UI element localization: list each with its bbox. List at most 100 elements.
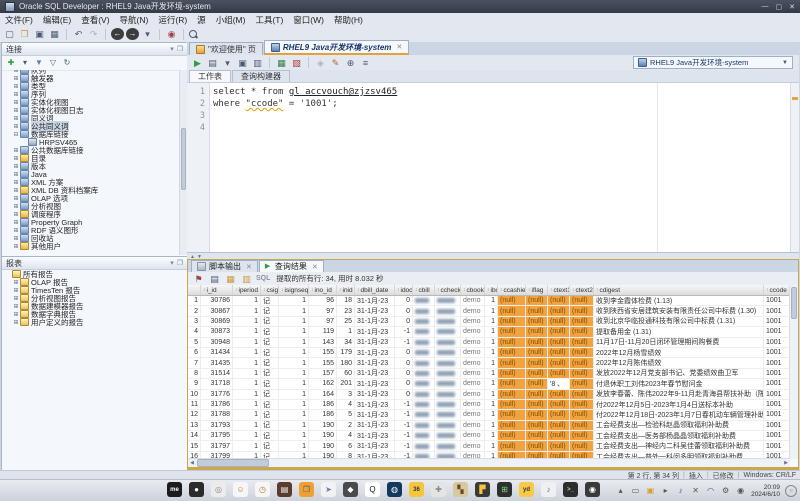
cell[interactable]: 18 (337, 296, 355, 305)
cell[interactable]: 付2022年12月18日-2023年1月7日春机动车辆管理补助 (594, 410, 764, 419)
cell[interactable]: 11 (188, 400, 201, 409)
connections-tree-item[interactable]: ⊞Property Graph (2, 218, 180, 226)
column-header[interactable]: ↕ccashier (498, 285, 526, 295)
expand-icon[interactable]: ⊞ (12, 147, 20, 154)
cell[interactable]: (null) (526, 348, 548, 357)
column-header[interactable]: ↕dbill_date (355, 285, 395, 295)
column-header[interactable]: ↕cdigest (594, 285, 764, 295)
panel-menu-icon[interactable]: ▾ (170, 45, 174, 53)
expand-icon[interactable]: ⊞ (12, 171, 20, 178)
connections-tree-item[interactable]: ⊞公共同义词 (2, 122, 180, 130)
menu-item[interactable]: 文件(F) (0, 13, 38, 26)
expand-icon[interactable]: ⊞ (12, 179, 20, 186)
cell[interactable]: 付退休职工刘伟2023年春节慰问金 (594, 379, 764, 388)
column-header[interactable]: ↕ino_id (309, 285, 337, 295)
cell[interactable] (435, 369, 461, 378)
panel-minimize-icon[interactable]: ❐ (177, 259, 183, 267)
menu-item[interactable]: 导航(N) (115, 13, 154, 26)
cell[interactable]: 1 (485, 390, 498, 399)
app-orange-window-icon[interactable]: ❐ (299, 482, 314, 497)
cell[interactable]: 1001 (764, 306, 790, 315)
cell[interactable]: 1 (233, 390, 261, 399)
cell[interactable]: (null) (570, 358, 594, 367)
save-icon[interactable]: ▣ (33, 28, 46, 40)
run-statement-button[interactable]: ▶ (191, 57, 204, 69)
cell[interactable]: (null) (570, 369, 594, 378)
close-button[interactable]: ✕ (789, 3, 795, 11)
cell[interactable]: 8 (188, 369, 201, 378)
cell[interactable] (413, 441, 435, 450)
app-contacts-icon[interactable]: ☺ (233, 482, 248, 497)
cell[interactable]: 记 (261, 306, 279, 315)
to-upper-button[interactable]: ⊕ (344, 57, 357, 69)
cell[interactable] (413, 431, 435, 440)
table-row[interactable]: 5309481记11433431-1月-23-1demo1(null)(null… (188, 338, 790, 348)
reports-tree-item[interactable]: ⊞数据建模器报告 (2, 302, 180, 310)
cell[interactable]: 97 (309, 317, 337, 326)
cell[interactable]: 30867 (201, 306, 233, 315)
cell[interactable]: 记 (261, 400, 279, 409)
cell[interactable]: (null) (548, 338, 570, 347)
cell[interactable]: 记 (261, 410, 279, 419)
back-icon[interactable]: ← (111, 28, 124, 40)
cell[interactable]: 155 (309, 358, 337, 367)
close-icon[interactable]: ✕ (246, 263, 252, 271)
cell[interactable]: 10 (188, 390, 201, 399)
cell[interactable]: 记 (261, 317, 279, 326)
cell[interactable]: 1001 (764, 348, 790, 357)
print-icon[interactable]: ▤ (208, 273, 221, 285)
cell[interactable]: 1001 (764, 390, 790, 399)
cell[interactable]: 工会经费支出—检验科赵晶领取福利补助费 (594, 421, 764, 430)
cell[interactable]: 1001 (764, 421, 790, 430)
connections-tree-item[interactable]: ⊞实体化视图日志 (2, 106, 180, 114)
cell[interactable]: 31-1月-23 (355, 348, 395, 357)
cell[interactable]: (null) (570, 421, 594, 430)
forward-dropdown-icon[interactable]: ▾ (141, 28, 154, 40)
cell[interactable]: 1 (233, 306, 261, 315)
expand-icon[interactable]: ⊞ (12, 99, 20, 106)
cell[interactable]: 31-1月-23 (355, 327, 395, 336)
cell[interactable]: 1 (279, 410, 309, 419)
cell[interactable]: 记 (261, 327, 279, 336)
expand-icon[interactable]: ⊞ (12, 311, 20, 318)
cell[interactable]: (null) (548, 431, 570, 440)
pin-icon[interactable]: ⚑ (192, 273, 205, 285)
cell[interactable] (435, 358, 461, 367)
cell[interactable] (413, 400, 435, 409)
export-icon[interactable]: ▥ (240, 273, 253, 285)
cell[interactable] (413, 327, 435, 336)
cell[interactable] (435, 441, 461, 450)
cell[interactable]: -1 (395, 431, 413, 440)
cell[interactable]: demo (461, 421, 485, 430)
cell[interactable]: 11月17日-11月20日闭环管理期间购餐费 (594, 338, 764, 347)
cell[interactable]: (null) (570, 410, 594, 419)
cell[interactable]: (null) (498, 369, 526, 378)
cell[interactable]: 186 (309, 400, 337, 409)
autotrace-button[interactable]: ▣ (236, 57, 249, 69)
table-row[interactable]: 12317881记1186531-1月-23-1demo1(null)(null… (188, 410, 790, 420)
cell[interactable] (435, 379, 461, 388)
cell[interactable]: demo (461, 441, 485, 450)
connections-tree-item[interactable]: ⊞目录 (2, 154, 180, 162)
cell[interactable]: 1001 (764, 369, 790, 378)
taskbar-clock[interactable]: 20:09 2024/6/10 (751, 484, 780, 498)
tray-volume-icon[interactable]: ♪ (675, 485, 686, 496)
cell[interactable]: 1001 (764, 431, 790, 440)
cell[interactable]: 1 (485, 338, 498, 347)
cell[interactable]: 1 (485, 317, 498, 326)
cell[interactable] (435, 348, 461, 357)
sql-editor[interactable]: 1234 select * from gl_accvouch@zjzsv465w… (187, 82, 799, 253)
cell[interactable]: 1 (233, 317, 261, 326)
column-header[interactable]: ↕isignseq (279, 285, 309, 295)
cell[interactable]: 0 (395, 317, 413, 326)
cell[interactable]: 190 (309, 431, 337, 440)
cell[interactable]: 162 (309, 379, 337, 388)
cell[interactable]: 201 (337, 379, 355, 388)
expand-icon[interactable]: ⊞ (12, 91, 20, 98)
connections-tree-item[interactable]: ⊞分析视图 (2, 202, 180, 210)
document-tab-tab[interactable]: "欢迎使用" 页 (189, 42, 263, 55)
app-camera-icon[interactable]: ◉ (585, 482, 600, 497)
document-tab-active[interactable]: RHEL9 Java开发环境-system✕ (264, 40, 409, 55)
cell[interactable]: 164 (309, 390, 337, 399)
cell[interactable]: (null) (498, 348, 526, 357)
